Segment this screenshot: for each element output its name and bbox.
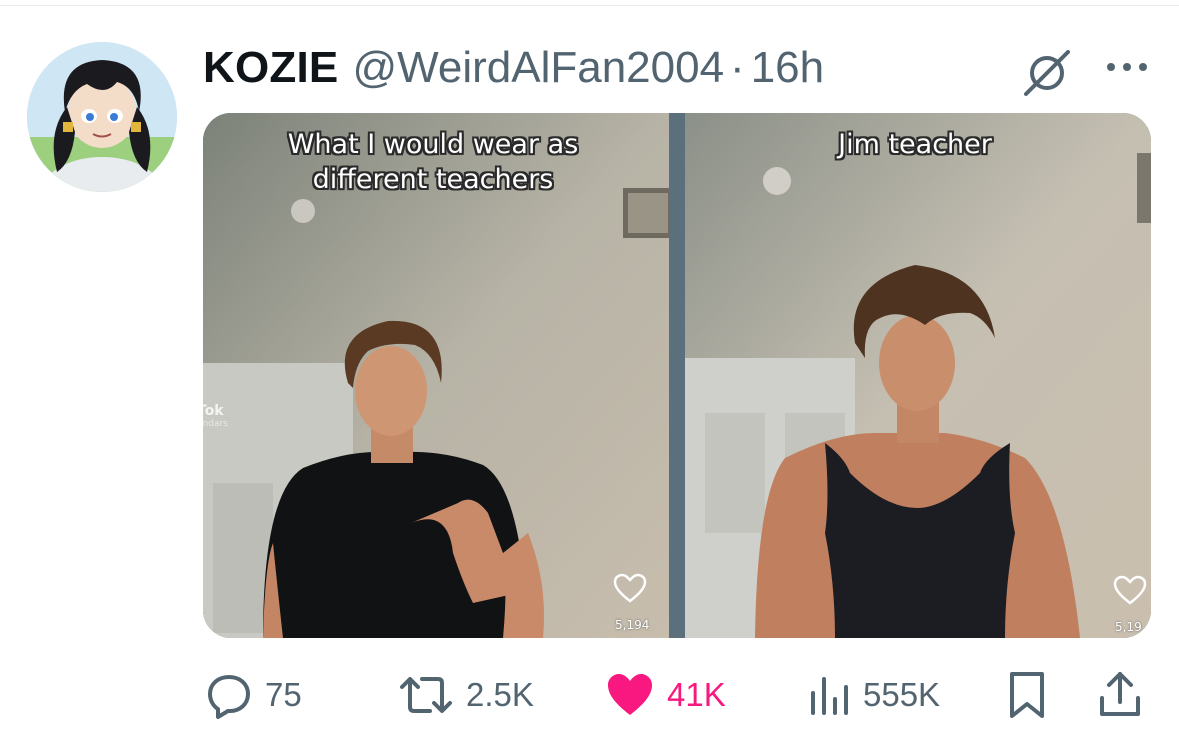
display-name[interactable]: KOZIE (203, 43, 338, 93)
action-bar: 75 2.5K 41K 555K (0, 660, 1179, 730)
views-count: 555K (863, 676, 941, 713)
avatar-image (27, 42, 177, 192)
bookmark-icon (1010, 672, 1044, 718)
retweet-button[interactable]: 2.5K (398, 660, 534, 730)
tweet-time[interactable]: 16h (751, 43, 824, 93)
share-button[interactable] (1097, 660, 1143, 730)
media-panel-left: What I would wear as different teachers … (203, 113, 669, 638)
retweet-icon (400, 677, 452, 713)
reply-icon (208, 675, 250, 719)
left-overlay-like-count: 5,194 (615, 618, 650, 632)
views-button[interactable]: 555K (807, 660, 940, 730)
more-icon[interactable] (1102, 52, 1152, 82)
grok-icon[interactable] (1020, 46, 1074, 100)
views-icon (811, 677, 848, 715)
tweet-header: KOZIE @WeirdAlFan2004 · 16h (203, 38, 824, 98)
reply-button[interactable]: 75 (205, 660, 302, 730)
avatar[interactable] (27, 42, 177, 192)
watermark-main: Tok (203, 403, 224, 419)
photo-right (685, 113, 1151, 638)
right-caption: Jim teacher (838, 129, 992, 160)
heart-icon (608, 674, 652, 715)
user-handle[interactable]: @WeirdAlFan2004 (352, 43, 724, 93)
share-icon (1100, 672, 1140, 716)
right-overlay-like-count: 5,19 (1115, 620, 1142, 634)
tiktok-watermark: Tok endars (203, 403, 228, 429)
overlay-heart-icon (613, 573, 647, 603)
bookmark-button[interactable] (1006, 660, 1048, 730)
reply-count: 75 (265, 676, 302, 713)
media-panel-right: Jim teacher 5,19 (685, 113, 1151, 638)
like-count: 41K (667, 676, 726, 713)
retweet-count: 2.5K (466, 676, 534, 713)
watermark-sub: endars (203, 419, 228, 429)
separator-dot: · (730, 43, 745, 92)
top-divider (0, 5, 1179, 6)
overlay-heart-icon-right (1113, 575, 1147, 605)
tweet-media[interactable]: What I would wear as different teachers … (203, 113, 1151, 638)
like-button[interactable]: 41K (605, 660, 726, 730)
left-caption: What I would wear as different teachers (287, 129, 579, 196)
